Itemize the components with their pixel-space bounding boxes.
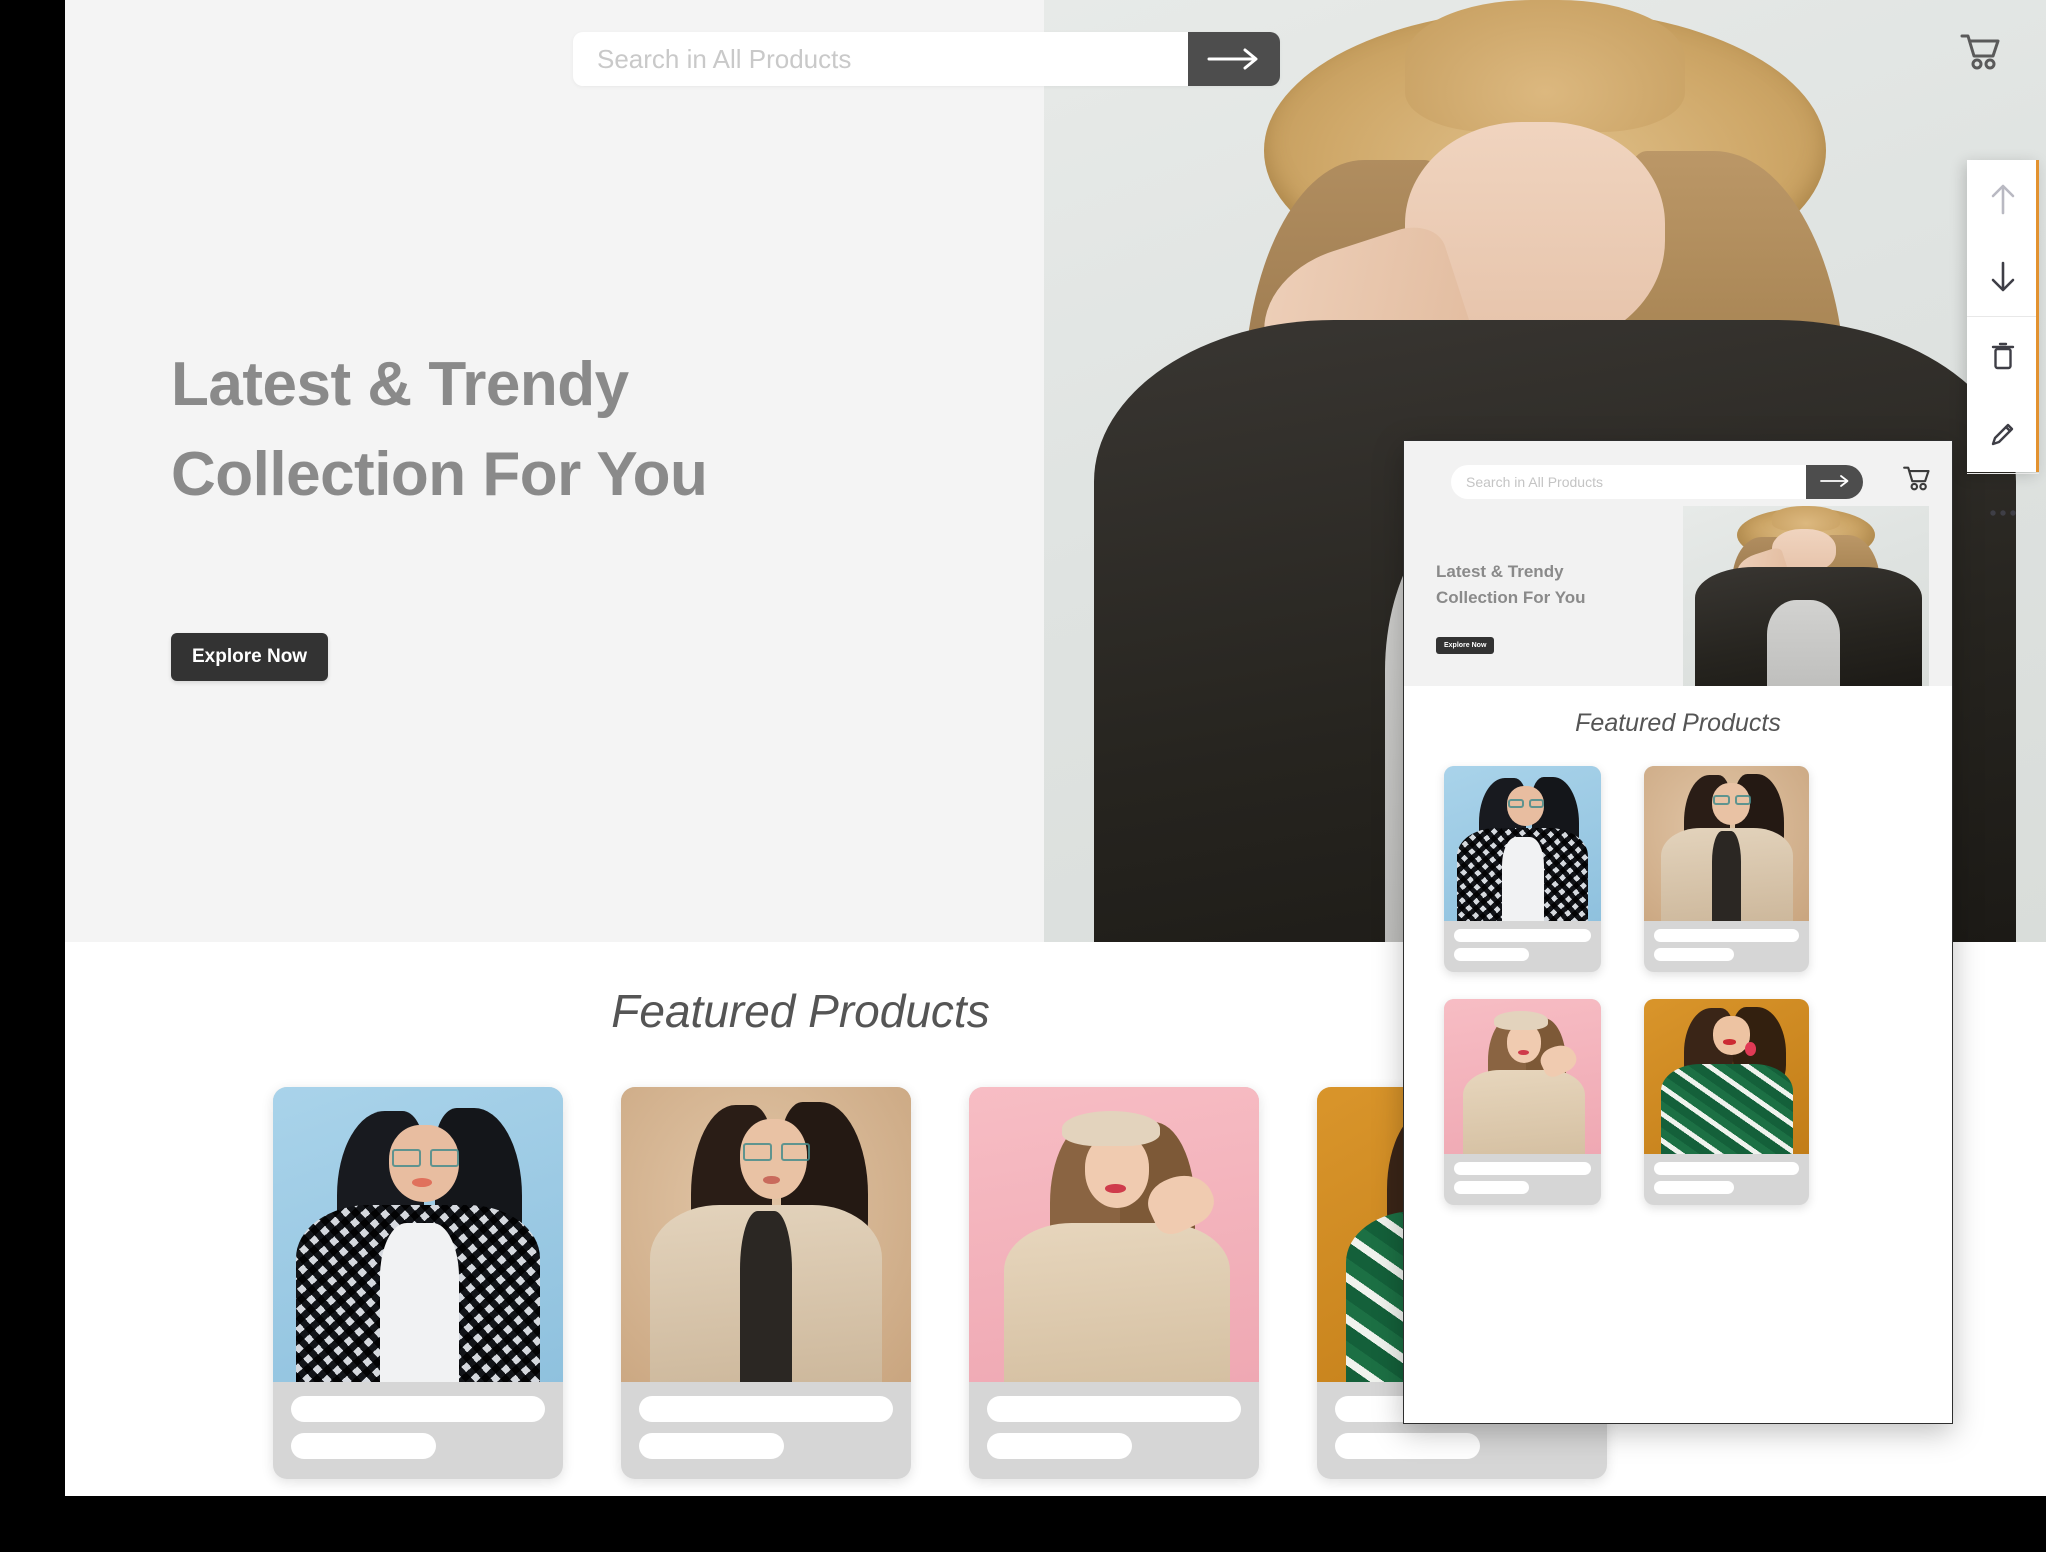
explore-now-button[interactable]: Explore Now — [171, 633, 329, 681]
product-image — [1644, 766, 1809, 921]
mobile-featured-products-heading: Featured Products — [1575, 709, 1781, 737]
mobile-hero-title-line-2: Collection For You — [1436, 588, 1586, 608]
mobile-explore-now-button[interactable]: Explore Now — [1436, 637, 1495, 654]
product-price-placeholder — [1454, 1181, 1530, 1194]
product-card[interactable] — [1644, 999, 1809, 1205]
more-button[interactable] — [1967, 474, 2039, 552]
product-card[interactable] — [1444, 766, 1601, 972]
arrow-right-icon — [1819, 474, 1851, 491]
shopping-cart-icon — [1959, 32, 2003, 77]
product-price-placeholder — [1335, 1433, 1480, 1459]
shopping-cart-icon — [1902, 465, 1932, 497]
move-up-button[interactable] — [1967, 160, 2039, 238]
product-card[interactable] — [273, 1087, 563, 1479]
product-title-placeholder — [1454, 929, 1591, 942]
mobile-hero-title-line-1: Latest & Trendy — [1436, 562, 1564, 581]
hero-title-line-1: Latest & Trendy — [171, 350, 629, 419]
mobile-preview-panel[interactable]: Latest & Trendy Collection For You Explo… — [1403, 440, 1953, 1424]
toolbar-group-edit — [1967, 317, 2039, 474]
product-title-placeholder — [1654, 929, 1799, 942]
edit-button[interactable] — [1967, 395, 2039, 473]
mobile-product-grid — [1444, 766, 1914, 1205]
toolbar-group-more — [1967, 474, 2039, 552]
product-card[interactable] — [1444, 999, 1601, 1205]
product-image — [1444, 766, 1601, 921]
product-meta — [969, 1382, 1259, 1479]
product-meta — [1644, 921, 1809, 972]
toolbar-group-move — [1967, 160, 2039, 317]
product-image — [621, 1087, 911, 1382]
product-title-placeholder — [1454, 1162, 1591, 1175]
delete-button[interactable] — [1967, 317, 2039, 395]
search-bar[interactable] — [573, 32, 1280, 86]
product-title-placeholder — [987, 1396, 1241, 1422]
hero-title: Latest & Trendy Collection For You — [171, 340, 931, 520]
product-image — [1444, 999, 1601, 1154]
mobile-hero-section: Latest & Trendy Collection For You Explo… — [1404, 441, 1952, 686]
product-meta — [1444, 921, 1601, 972]
mobile-search-bar[interactable] — [1451, 465, 1863, 499]
product-price-placeholder — [1454, 948, 1530, 961]
mobile-search-input[interactable] — [1451, 465, 1806, 499]
mobile-search-submit-button[interactable] — [1806, 465, 1863, 499]
screen-root: Latest & Trendy Collection For You Explo… — [0, 0, 2046, 1552]
ellipsis-icon — [1988, 508, 2018, 518]
product-image — [1644, 999, 1809, 1154]
mobile-cart-button[interactable] — [1898, 463, 1936, 499]
product-meta — [1644, 1154, 1809, 1205]
product-price-placeholder — [1654, 1181, 1734, 1194]
trash-icon — [1989, 340, 2017, 372]
product-meta — [1444, 1154, 1601, 1205]
move-down-button[interactable] — [1967, 238, 2039, 316]
product-title-placeholder — [291, 1396, 545, 1422]
arrow-right-icon — [1207, 46, 1261, 72]
product-card[interactable] — [621, 1087, 911, 1479]
product-card[interactable] — [1644, 766, 1809, 972]
hero-title-line-2: Collection For You — [171, 439, 708, 509]
product-title-placeholder — [1654, 1162, 1799, 1175]
product-meta — [621, 1382, 911, 1479]
mobile-hero-image — [1683, 506, 1929, 686]
product-image — [273, 1087, 563, 1382]
product-price-placeholder — [639, 1433, 784, 1459]
product-image — [969, 1087, 1259, 1382]
arrow-up-icon — [1988, 182, 2018, 216]
product-price-placeholder — [291, 1433, 436, 1459]
pencil-icon — [1988, 419, 2018, 449]
search-input[interactable] — [573, 32, 1188, 86]
product-card[interactable] — [969, 1087, 1259, 1479]
cart-button[interactable] — [1951, 26, 2011, 82]
search-submit-button[interactable] — [1188, 32, 1280, 86]
product-meta — [273, 1382, 563, 1479]
block-actions-toolbar — [1967, 160, 2039, 516]
arrow-down-icon — [1988, 260, 2018, 294]
product-price-placeholder — [1654, 948, 1734, 961]
product-title-placeholder — [639, 1396, 893, 1422]
product-price-placeholder — [987, 1433, 1132, 1459]
mobile-hero-title: Latest & Trendy Collection For You — [1436, 559, 1646, 612]
